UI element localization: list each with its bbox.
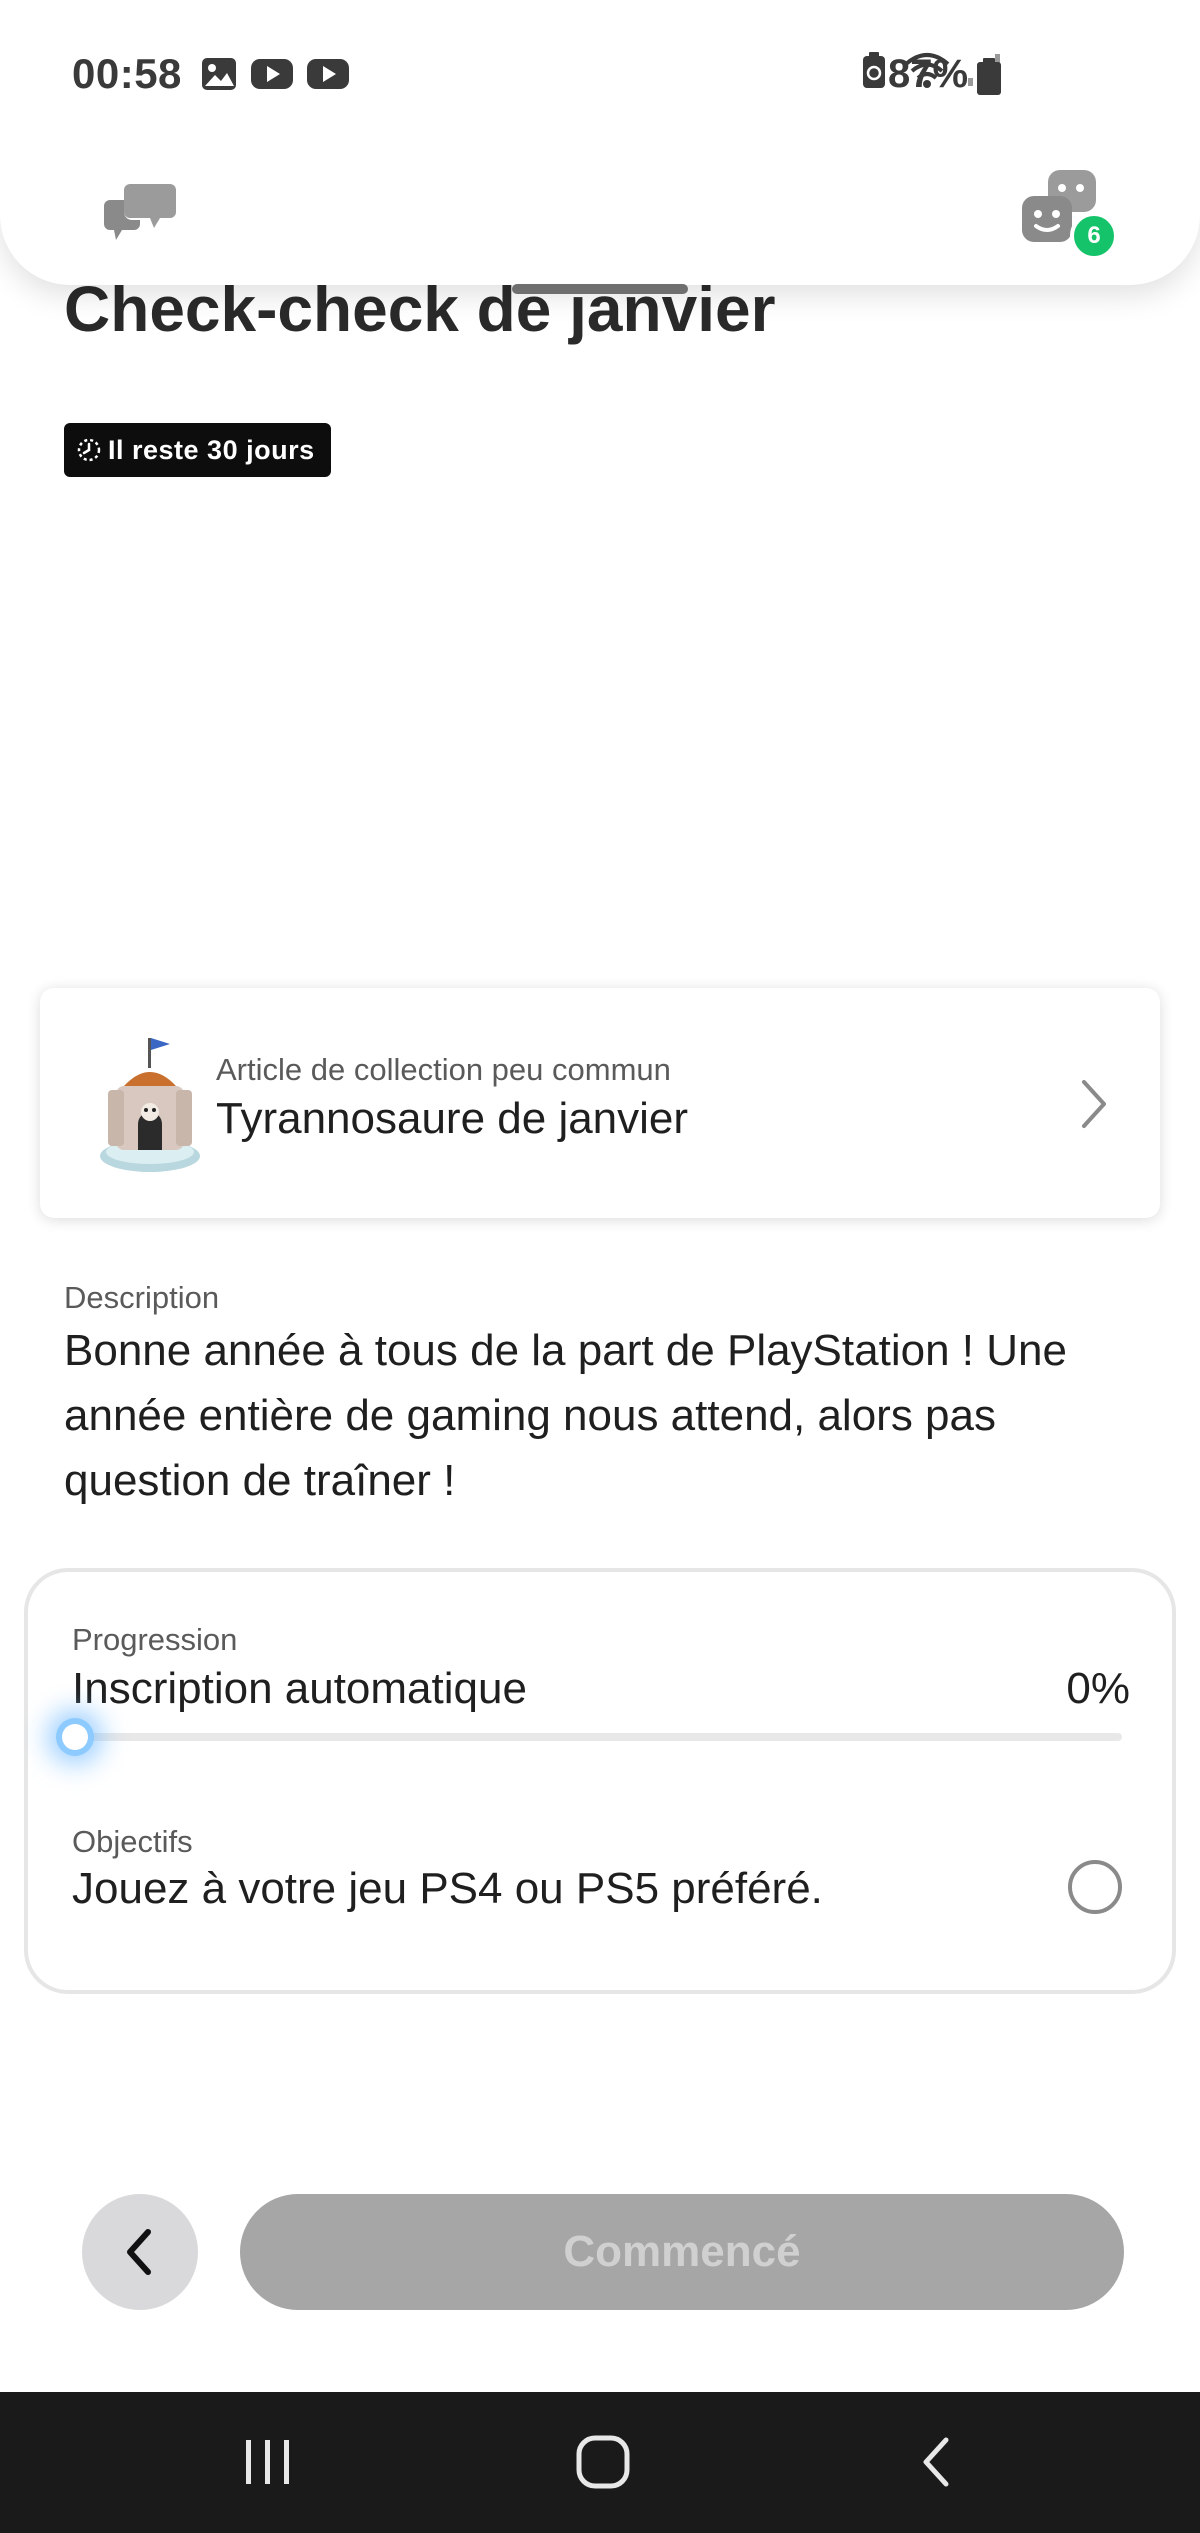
back-button[interactable] (82, 2194, 198, 2310)
status-bar: 00:58 87% (0, 0, 1200, 150)
timer-icon (77, 438, 101, 462)
description-text: Bonne année à tous de la part de PlaySta… (64, 1326, 1067, 1505)
time-remaining-chip: Il reste 30 jours (64, 423, 331, 477)
status-time: 00:58 (72, 50, 182, 97)
gallery-icon (202, 58, 236, 90)
battery-icon (977, 58, 1001, 95)
notification-badge: 6 (1070, 212, 1118, 260)
youtube-icon (251, 59, 293, 89)
objective-checkbox (1068, 1860, 1122, 1914)
status-notification-icons (200, 56, 350, 92)
progress-percent: 0% (1066, 1664, 1130, 1713)
home-icon[interactable] (574, 2430, 632, 2494)
objective-item: Jouez à votre jeu PS4 ou PS5 préféré. (72, 1864, 823, 1913)
objectives-label: Objectifs (72, 1824, 193, 1859)
chevron-right-icon (1082, 1080, 1106, 1128)
system-nav-bar (0, 2392, 1200, 2533)
sheet-drag-handle[interactable] (512, 284, 688, 294)
chat-bubbles-icon[interactable] (100, 170, 180, 250)
challenge-detail-screen: 00:58 87% 6 Check-check de janvier Il re… (0, 0, 1200, 2533)
time-remaining-text: Il reste 30 jours (108, 434, 315, 465)
recent-apps-icon[interactable] (240, 2434, 296, 2490)
progress-label: Progression (72, 1622, 238, 1657)
battery-percent: 87% (888, 52, 969, 96)
progress-bar (78, 1733, 1122, 1741)
description-label: Description (64, 1280, 220, 1315)
nav-back-icon[interactable] (912, 2432, 962, 2492)
progress-card: Progression Inscription automatique 0% O… (24, 1568, 1176, 1994)
battery-saver-icon (863, 52, 885, 88)
youtube-icon (307, 59, 349, 89)
collectible-castle-image (100, 1038, 200, 1172)
started-button[interactable]: Commencé (240, 2194, 1124, 2310)
app-header (0, 130, 1200, 285)
reward-rarity-label: Article de collection peu commun (216, 1052, 671, 1087)
progress-title: Inscription automatique (72, 1664, 527, 1713)
progress-indicator (62, 1724, 88, 1750)
reward-name: Tyrannosaure de janvier (216, 1094, 689, 1143)
reward-card[interactable]: Article de collection peu commun Tyranno… (40, 988, 1160, 1218)
chevron-left-icon (127, 2229, 151, 2275)
